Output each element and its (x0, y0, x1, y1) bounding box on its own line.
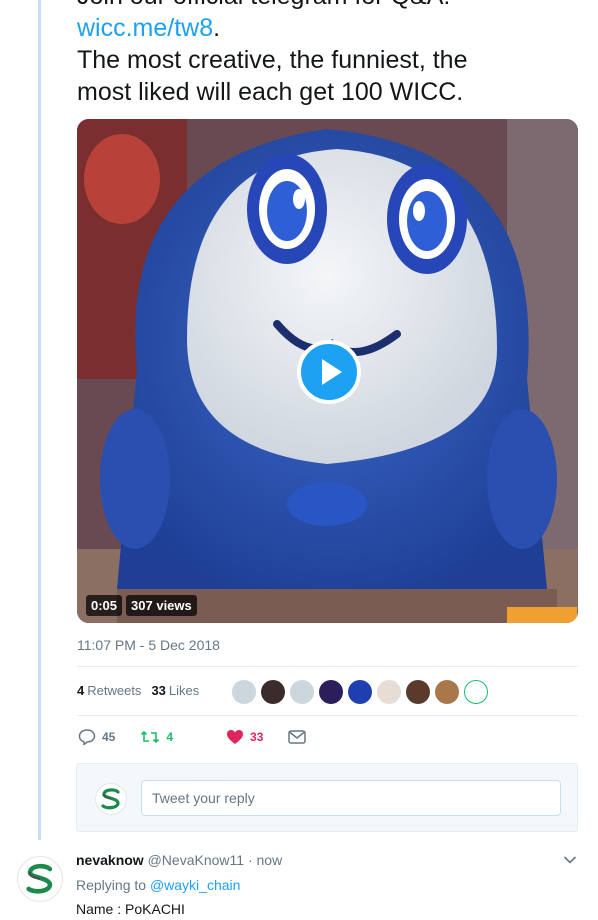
reply-display-name[interactable]: nevaknow (76, 852, 144, 868)
replying-to-handle[interactable]: @wayki_chain (150, 877, 240, 893)
like-button[interactable]: 33 (226, 729, 263, 745)
video-duration: 0:05 (86, 595, 123, 616)
play-button[interactable] (297, 340, 361, 404)
video-badges: 0:05 307 views (86, 595, 197, 616)
reply-author-avatar[interactable] (17, 856, 63, 902)
telegram-link[interactable]: wicc.me/tw8 (77, 14, 213, 42)
tweet-stats: 4 Retweets 33 Likes (77, 683, 199, 698)
liker-avatar[interactable] (435, 680, 459, 704)
divider (77, 715, 578, 716)
retweets-stat[interactable]: 4 Retweets (77, 683, 141, 698)
reply-time[interactable]: now (257, 852, 283, 868)
replying-prefix: Replying to (76, 877, 147, 893)
tweet-text-line-1: Join our official telegram for Q&A: (77, 0, 577, 12)
reply-text: Name : PoKACHI (76, 901, 185, 917)
tweet-text-line-2: wicc.me/tw8. (77, 12, 577, 44)
waykichain-logo-icon (26, 863, 53, 894)
reply-icon (78, 729, 96, 746)
video-views: 307 views (126, 595, 197, 616)
like-count: 33 (250, 730, 264, 744)
likers-avatars (232, 680, 488, 704)
reply-input[interactable]: Tweet your reply (141, 780, 561, 816)
reply-separator: · (247, 852, 253, 868)
reply-header: nevaknow @NevaKnow11 · now (76, 852, 282, 868)
heart-icon (227, 730, 244, 744)
liker-avatar[interactable] (377, 680, 401, 704)
retweets-label: Retweets (87, 683, 142, 698)
video-player[interactable]: 0:05 307 views (77, 119, 578, 623)
chevron-down-icon[interactable] (563, 855, 577, 865)
retweet-icon (141, 730, 160, 744)
waykichain-logo-icon (101, 788, 120, 810)
tweet-text-line-3: The most creative, the funniest, the (77, 46, 468, 74)
reply-count: 45 (102, 730, 116, 744)
tweet-timestamp[interactable]: 11:07 PM - 5 Dec 2018 (77, 637, 220, 653)
play-icon (322, 359, 342, 385)
likes-label: Likes (168, 683, 200, 698)
thread-line (38, 0, 41, 840)
reply-button[interactable]: 45 (78, 728, 115, 746)
envelope-icon (288, 730, 307, 744)
link-suffix: . (213, 14, 221, 42)
tweet-text-line-4: most liked will each get 100 WICC. (77, 78, 464, 106)
divider (77, 666, 578, 667)
direct-message-button[interactable] (288, 730, 307, 744)
user-avatar[interactable] (95, 783, 127, 815)
tweet-text: Join our official telegram for Q&A: wicc… (77, 0, 577, 108)
liker-avatar[interactable] (232, 680, 256, 704)
reply-handle[interactable]: @NevaKnow11 (148, 852, 244, 868)
likes-stat[interactable]: 33 Likes (151, 683, 199, 698)
liker-avatar[interactable] (464, 680, 488, 704)
retweet-button[interactable]: 4 (140, 729, 173, 745)
liker-avatar[interactable] (406, 680, 430, 704)
liker-avatar[interactable] (261, 680, 285, 704)
liker-avatar[interactable] (290, 680, 314, 704)
tweet-actions: 45 4 33 (78, 728, 331, 746)
likes-count: 33 (151, 683, 166, 698)
retweet-count: 4 (166, 730, 174, 744)
replying-to: Replying to @wayki_chain (76, 877, 240, 893)
liker-avatar[interactable] (319, 680, 343, 704)
retweets-count: 4 (77, 683, 85, 698)
liker-avatar[interactable] (348, 680, 372, 704)
reply-composer: Tweet your reply (76, 763, 578, 832)
